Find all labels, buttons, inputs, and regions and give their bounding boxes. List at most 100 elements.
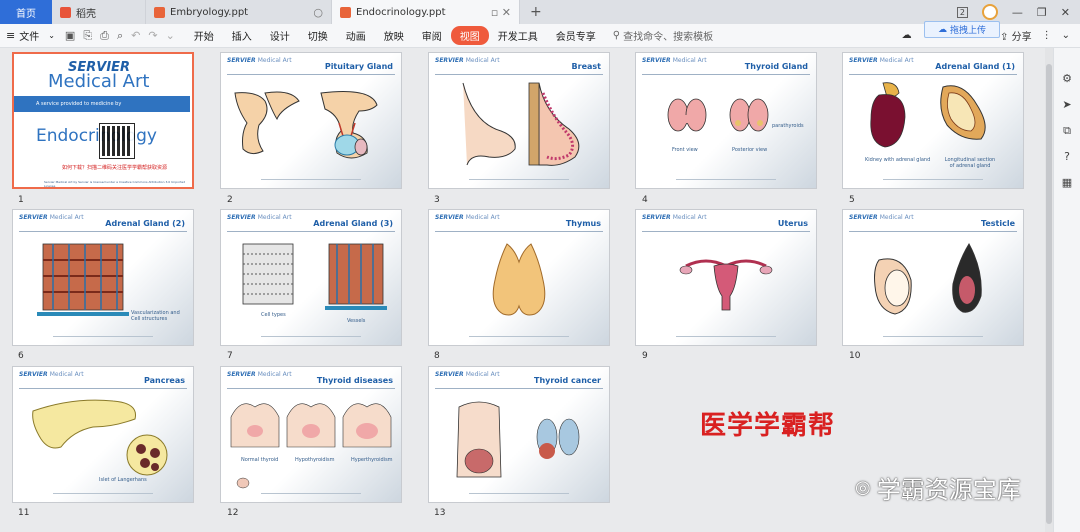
slide-number: 12 — [227, 508, 239, 518]
cover-band-text: A service provided to medicine by — [36, 101, 122, 107]
slide-thumb-13[interactable]: SERVIER Medical Art Thyroid cancer — [428, 366, 610, 503]
ppt-file-icon — [340, 6, 351, 18]
caption: Vessels — [347, 318, 366, 324]
caption: Normal thyroid — [241, 457, 279, 463]
window-count-badge[interactable]: 2 — [956, 6, 968, 18]
slide-number: 5 — [849, 195, 855, 205]
menu-file[interactable]: 文件 — [19, 26, 48, 45]
slide-thumb-6[interactable]: SERVIER Medical Art Adrenal Gland (2) Va… — [12, 209, 194, 346]
help-icon[interactable]: ? — [1060, 150, 1074, 164]
cloud-icon[interactable]: ☁ — [902, 30, 912, 41]
slide-number: 4 — [642, 195, 648, 205]
caption: Hyperthyroidism — [351, 457, 393, 463]
slide-thumb-3[interactable]: SERVIER Medical Art Breast — [428, 52, 610, 189]
slide-thumb-5[interactable]: SERVIER Medical Art Adrenal Gland (1) Ki… — [842, 52, 1024, 189]
slide-number: 13 — [434, 508, 446, 518]
command-search[interactable]: ⚲ 查找命令、搜索模板 — [613, 28, 713, 43]
tab-label: 稻壳 — [76, 8, 96, 20]
menu-transition[interactable]: 切换 — [299, 26, 337, 45]
slide-number: 8 — [434, 351, 440, 361]
slide-thumb-7[interactable]: SERVIER Medical Art Adrenal Gland (3) Ce… — [220, 209, 402, 346]
menu-view[interactable]: 视图 — [450, 26, 489, 45]
undo-icon[interactable]: ↶ — [131, 29, 140, 43]
slide-thumb-12[interactable]: SERVIER Medical Art Thyroid diseases Nor… — [220, 366, 402, 503]
collapse-ribbon-icon[interactable]: ⌄ — [1062, 30, 1070, 41]
adrenal-cells-illustration — [242, 243, 387, 310]
tab-label: Endocrinology.ppt — [356, 6, 446, 18]
menu-member[interactable]: 会员专享 — [547, 26, 605, 45]
wps-presentation-window: 首页 稻壳 Embryology.ppt ○ Endocrinology.ppt… — [0, 0, 1080, 532]
caption: Kidney with adrenal gland — [865, 157, 931, 163]
slide-number: 1 — [18, 195, 24, 205]
menu-developer[interactable]: 开发工具 — [489, 26, 547, 45]
print-icon[interactable]: ⎙ — [100, 29, 109, 43]
share-button[interactable]: ⇪ 分享 — [1000, 28, 1032, 43]
slide-thumb-2[interactable]: SERVIER Medical Art Pituitary Gland — [220, 52, 402, 189]
caption: Islet of Langerhans — [99, 477, 147, 483]
cover-title: Endocrinology — [36, 126, 157, 146]
save-icon[interactable]: ▣ — [65, 29, 75, 43]
cloud-upload-icon: ☁ — [937, 24, 947, 35]
slide-thumb-10[interactable]: SERVIER Medical Art Testicle — [842, 209, 1024, 346]
docer-icon — [60, 6, 71, 18]
scrollbar-thumb[interactable] — [1046, 64, 1052, 524]
thyroid-illustration — [667, 98, 769, 132]
select-icon[interactable]: ➤ — [1060, 98, 1074, 112]
thyroid-diseases-illustration — [230, 403, 392, 489]
cover-brand-sub: Medical Art — [48, 71, 150, 92]
export-icon[interactable]: ⎘ — [83, 29, 92, 43]
vertical-scrollbar[interactable] — [1045, 48, 1053, 532]
slide-sorter: SERVIER Medical Art A service provided t… — [0, 48, 1045, 532]
tab-docer[interactable]: 稻壳 — [52, 0, 146, 24]
slide-number: 6 — [18, 351, 24, 361]
menu-slideshow[interactable]: 放映 — [375, 26, 413, 45]
slide-thumb-4[interactable]: SERVIER Medical Art Thyroid Gland Front … — [635, 52, 817, 189]
user-avatar[interactable] — [981, 4, 998, 20]
chevron-down-icon: ⌄ — [48, 31, 55, 40]
caption: Posterior view — [732, 147, 768, 153]
slide-thumb-1[interactable]: SERVIER Medical Art A service provided t… — [12, 52, 194, 189]
caption: Cell types — [261, 312, 286, 318]
close-window-icon[interactable]: ✕ — [1061, 6, 1070, 19]
upload-tooltip[interactable]: ☁ 拖拽上传 — [924, 21, 1000, 38]
menu-insert[interactable]: 插入 — [223, 26, 261, 45]
tab-endocrinology[interactable]: Endocrinology.ppt ▫ ✕ — [332, 0, 520, 24]
menu-home[interactable]: 开始 — [185, 26, 223, 45]
menu-design[interactable]: 设计 — [261, 26, 299, 45]
ppt-file-icon — [154, 6, 165, 18]
image-icon[interactable]: ▦ — [1060, 176, 1074, 190]
more-icon[interactable]: ⌄ — [166, 29, 175, 43]
upload-tooltip-label: 拖拽上传 — [949, 26, 986, 36]
caption: Front view — [672, 147, 698, 153]
testicle-illustration — [874, 243, 982, 315]
adjust-icon[interactable]: ⚙ — [1060, 72, 1074, 86]
preview-icon[interactable]: ⌕ — [117, 29, 123, 43]
slide-number: 7 — [227, 351, 233, 361]
slide-thumb-8[interactable]: SERVIER Medical Art Thymus — [428, 209, 610, 346]
hamburger-icon[interactable]: ≡ — [6, 29, 15, 42]
slide-thumb-9[interactable]: SERVIER Medical Art Uterus — [635, 209, 817, 346]
more-menu-icon[interactable]: ⋮ — [1042, 30, 1052, 41]
tab-home[interactable]: 首页 — [0, 0, 52, 24]
cover-license: Servier Medical Art by Servier is licens… — [44, 180, 186, 188]
share-label: 分享 — [1011, 32, 1032, 43]
restore-icon[interactable]: ❐ — [1037, 6, 1047, 19]
thyroid-cancer-illustration — [456, 401, 580, 478]
tab-bar: 首页 稻壳 Embryology.ppt ○ Endocrinology.ppt… — [0, 0, 1080, 24]
adrenal-vascular-illustration — [37, 243, 129, 316]
watermark-red-text: 医学学霸帮 — [700, 411, 836, 441]
minimize-icon[interactable]: — — [1012, 6, 1023, 19]
breast-illustration — [462, 82, 580, 166]
redo-icon[interactable]: ↷ — [148, 29, 157, 43]
menu-animation[interactable]: 动画 — [337, 26, 375, 45]
copy-icon[interactable]: ⧉ — [1060, 124, 1074, 138]
menu-review[interactable]: 审阅 — [413, 26, 451, 45]
ribbon-menu: ≡ 文件 ⌄ ▣ ⎘ ⎙ ⌕ ↶ ↷ ⌄ 开始 插入 设计 切换 动画 放映 审… — [0, 24, 1080, 48]
watermark-wechat: ◎ 学霸资源宝库 — [855, 470, 1021, 505]
slide-thumb-11[interactable]: SERVIER Medical Art Pancreas Islet of La… — [12, 366, 194, 503]
thymus-illustration — [492, 243, 546, 316]
slide-number: 9 — [642, 351, 648, 361]
tab-close-icon[interactable]: ▫ ✕ — [491, 6, 511, 19]
new-tab-button[interactable]: + — [520, 0, 552, 24]
tab-embryology[interactable]: Embryology.ppt ○ — [146, 0, 332, 24]
